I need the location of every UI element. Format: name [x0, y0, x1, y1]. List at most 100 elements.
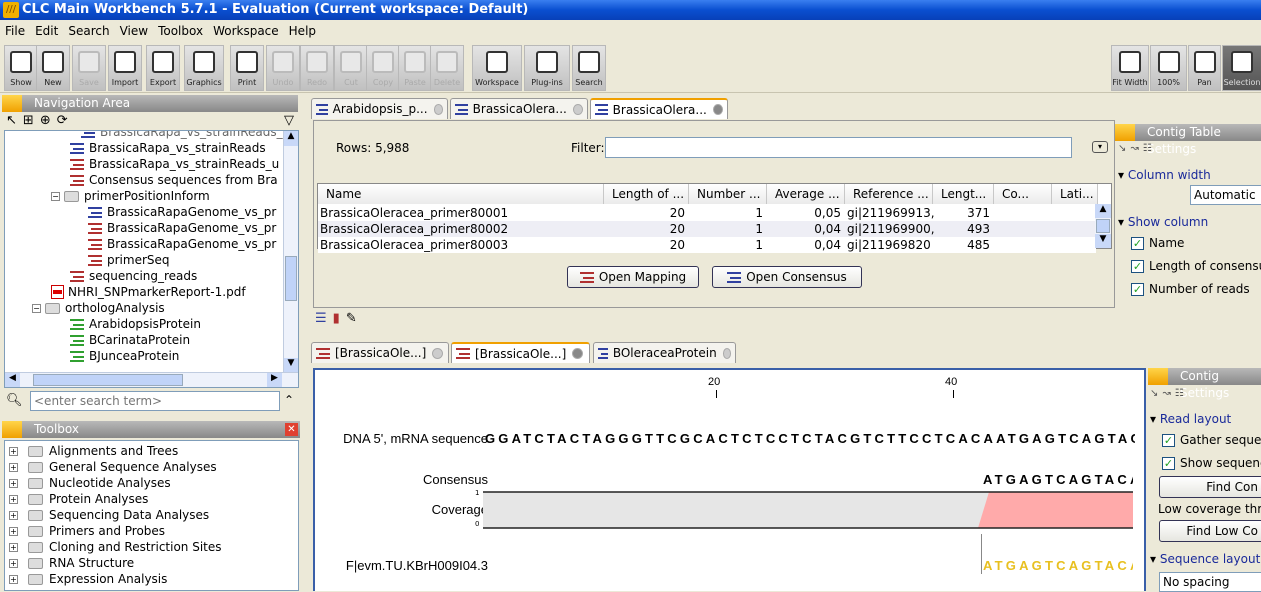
- toolbox-item[interactable]: + Protein Analyses: [9, 491, 148, 507]
- toolbox-tree[interactable]: + Alignments and Trees + General Sequence A…: [4, 440, 299, 591]
- expand-toggle-icon[interactable]: +: [9, 446, 18, 456]
- toolbox-item[interactable]: + Primers and Probes: [9, 523, 165, 539]
- history-icon[interactable]: ▮: [333, 311, 346, 326]
- editor-tab[interactable]: BOleraceaProtein: [593, 342, 736, 363]
- column-width-section[interactable]: Column width: [1118, 168, 1211, 182]
- menu-workspace[interactable]: Workspace: [208, 24, 284, 38]
- menu-edit[interactable]: Edit: [30, 24, 63, 38]
- menu-file[interactable]: File: [0, 24, 30, 38]
- toolbox-item[interactable]: + RNA Structure: [9, 555, 134, 571]
- expand-toggle-icon[interactable]: +: [9, 526, 18, 536]
- pointer-icon[interactable]: ↖: [6, 113, 23, 128]
- toolbox-item[interactable]: + Nucleotide Analyses: [9, 475, 171, 491]
- selection-button[interactable]: Selection: [1222, 45, 1261, 91]
- expand-toggle-icon[interactable]: +: [9, 478, 18, 488]
- cut-button[interactable]: Cut: [334, 45, 368, 91]
- close-tab-icon[interactable]: [432, 347, 444, 359]
- tree-item[interactable]: BrassicaRapaGenome_vs_pr: [88, 204, 276, 220]
- add-icon[interactable]: ⊕: [40, 113, 57, 128]
- tree-item[interactable]: BJunceaProtein: [70, 348, 179, 364]
- collapse-toggle-icon[interactable]: −: [51, 191, 60, 201]
- redo-button[interactable]: Redo: [300, 45, 334, 91]
- show-column-checkbox[interactable]: ✓ Name: [1131, 236, 1184, 250]
- filter-input[interactable]: [605, 137, 1072, 158]
- menu-toolbox[interactable]: Toolbox: [153, 24, 208, 38]
- contig-table[interactable]: Name Length of ... Number ... Average ... Re…: [317, 183, 1112, 253]
- collapse-icon[interactable]: ⌃: [284, 393, 294, 407]
- show-column-checkbox[interactable]: ✓ Length of consensu: [1131, 259, 1261, 273]
- toolbox-item[interactable]: + Cloning and Restriction Sites: [9, 539, 222, 555]
- print-button[interactable]: Print: [230, 45, 264, 91]
- expand-toggle-icon[interactable]: +: [9, 558, 18, 568]
- column-header[interactable]: Reference ...: [845, 184, 933, 204]
- import-button[interactable]: Import: [108, 45, 142, 91]
- plugins-button[interactable]: Plug-ins: [524, 45, 570, 91]
- search-button[interactable]: Search: [572, 45, 606, 91]
- 100-button[interactable]: 100%: [1150, 45, 1187, 91]
- show-sequence-checkbox[interactable]: ✓ Show sequenc: [1162, 456, 1261, 470]
- editor-tab[interactable]: Arabidopsis_p...: [311, 98, 448, 119]
- gather-sequences-checkbox[interactable]: ✓ Gather sequen: [1162, 433, 1261, 447]
- tree-item[interactable]: BrassicaRapa_vs_strainReads: [70, 140, 266, 156]
- sequence-layout-section[interactable]: Sequence layout: [1150, 552, 1260, 566]
- save-button[interactable]: Save: [72, 45, 106, 91]
- export-button[interactable]: Export: [146, 45, 180, 91]
- close-tab-icon[interactable]: [433, 103, 443, 115]
- new-button[interactable]: New: [36, 45, 70, 91]
- workspace-button[interactable]: Workspace: [472, 45, 522, 91]
- column-header[interactable]: Number ...: [689, 184, 767, 204]
- open-consensus-button[interactable]: Open Consensus: [712, 266, 862, 288]
- editor-tab[interactable]: [BrassicaOle...]: [451, 342, 590, 363]
- filter-icon[interactable]: ▽: [284, 113, 294, 128]
- editor-tab[interactable]: BrassicaOlera...: [450, 98, 588, 119]
- editor-tab[interactable]: BrassicaOlera...: [590, 98, 728, 119]
- pan-button[interactable]: Pan: [1188, 45, 1221, 91]
- toolbox-item[interactable]: + Sequencing Data Analyses: [9, 507, 209, 523]
- table-row[interactable]: BrassicaOleracea_primer80001 20 1 0,05 gi|21…: [318, 205, 1096, 221]
- graphics-button[interactable]: Graphics: [184, 45, 224, 91]
- tree-item[interactable]: BrassicaRapa_vs_strainReads_u: [70, 156, 279, 172]
- menu-view[interactable]: View: [115, 24, 153, 38]
- menu-search[interactable]: Search: [63, 24, 114, 38]
- find-conflict-button[interactable]: Find Con: [1159, 476, 1261, 498]
- close-tab-icon[interactable]: [722, 347, 731, 359]
- delete-button[interactable]: Delete: [430, 45, 464, 91]
- column-header[interactable]: Co...: [994, 184, 1052, 204]
- tree-item[interactable]: Consensus sequences from Bra: [70, 172, 278, 188]
- tree-item[interactable]: − orthologAnalysis: [32, 300, 165, 316]
- column-header[interactable]: Lati...: [1052, 184, 1098, 204]
- table-row[interactable]: BrassicaOleracea_primer80003 20 1 0,04 gi|21…: [318, 237, 1096, 253]
- annotation-icon[interactable]: ✎: [346, 311, 363, 326]
- tree-item[interactable]: NHRI_SNPmarkerReport-1.pdf: [51, 284, 246, 300]
- close-tab-icon[interactable]: [572, 103, 583, 115]
- expand-toggle-icon[interactable]: +: [9, 462, 18, 472]
- editor-tab[interactable]: [BrassicaOle...]: [311, 342, 449, 363]
- show-column-section[interactable]: Show column: [1118, 215, 1208, 229]
- navigation-tree[interactable]: BrassicaRapa_vs_strainReads_u BrassicaRap…: [4, 130, 299, 388]
- toolbox-item[interactable]: + Expression Analysis: [9, 571, 167, 587]
- table-scrollbar[interactable]: ▲ ▼: [1095, 204, 1111, 248]
- expand-toggle-icon[interactable]: +: [9, 494, 18, 504]
- expand-toggle-icon[interactable]: +: [9, 542, 18, 552]
- close-icon[interactable]: ✕: [285, 423, 298, 436]
- tree-item[interactable]: sequencing_reads: [70, 268, 197, 284]
- toolbox-item[interactable]: + Alignments and Trees: [9, 443, 178, 459]
- toolbox-item[interactable]: + General Sequence Analyses: [9, 459, 217, 475]
- contig-settings-toolbar[interactable]: ↘↝☷: [1150, 388, 1188, 399]
- close-tab-icon[interactable]: [712, 104, 723, 115]
- read-layout-section[interactable]: Read layout: [1150, 412, 1231, 426]
- column-header[interactable]: Average ...: [767, 184, 845, 204]
- tree-item[interactable]: BCarinataProtein: [70, 332, 190, 348]
- search-icon[interactable]: 🔍︎: [6, 393, 23, 408]
- scroll-thumb[interactable]: [285, 256, 297, 301]
- tree-item[interactable]: BrassicaRapaGenome_vs_pr: [88, 220, 276, 236]
- tree-item[interactable]: primerSeq: [88, 252, 170, 268]
- new-folder-icon[interactable]: ⊞: [23, 113, 40, 128]
- column-header[interactable]: Name: [318, 184, 604, 204]
- settings-toolbar[interactable]: ↘↝☷: [1118, 143, 1156, 154]
- dropdown-icon[interactable]: ▾: [1092, 141, 1108, 153]
- navigation-search-input[interactable]: [30, 391, 280, 411]
- show-button[interactable]: Show: [4, 45, 38, 91]
- refresh-icon[interactable]: ⟳: [57, 113, 74, 128]
- find-low-coverage-button[interactable]: Find Low Co: [1159, 520, 1261, 542]
